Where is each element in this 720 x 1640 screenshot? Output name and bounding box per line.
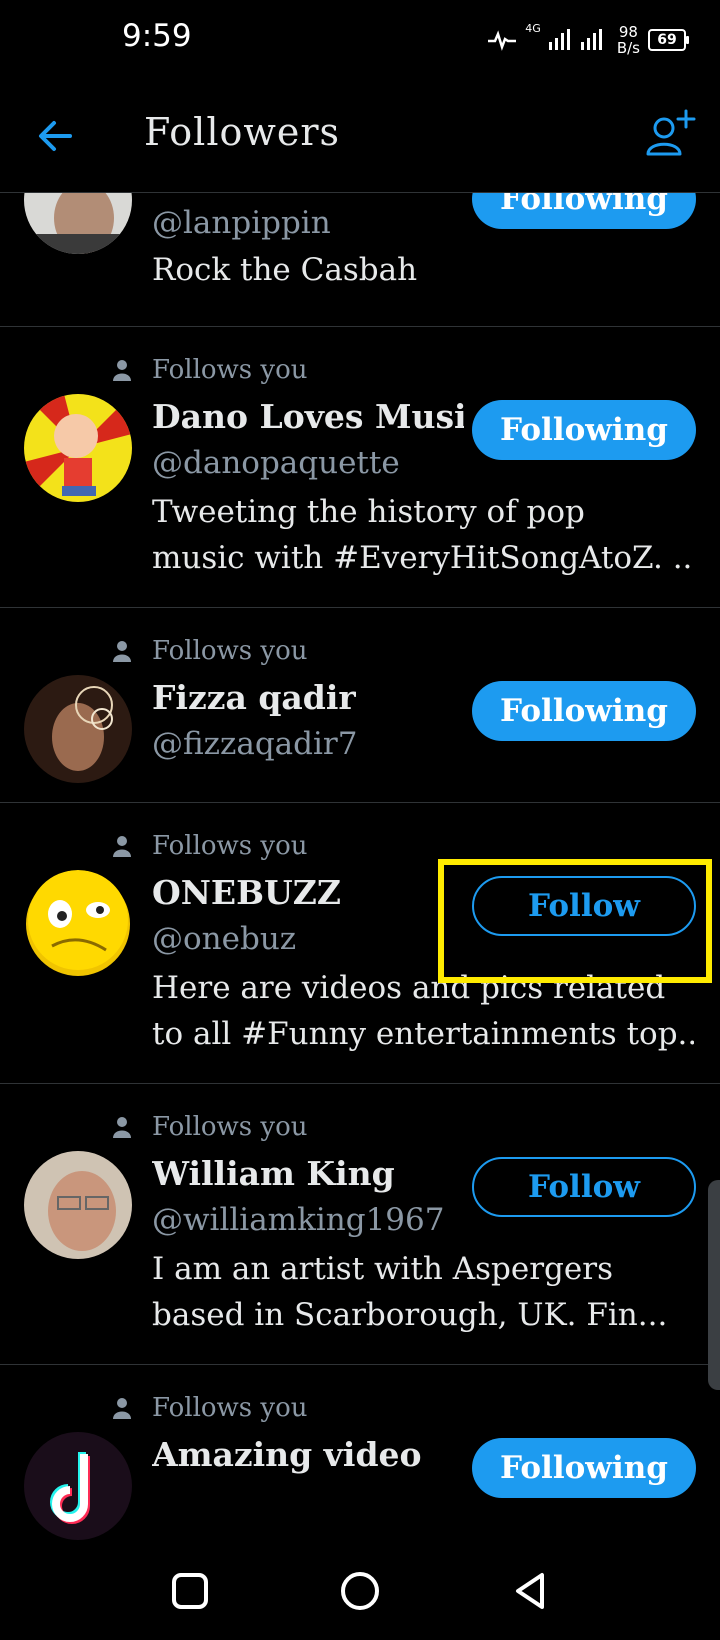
follower-name[interactable]: Amazing video (152, 1435, 422, 1474)
activity-icon (488, 30, 517, 51)
add-person-icon[interactable] (644, 108, 696, 160)
status-icons: 4G 98 B/s 69 (487, 22, 689, 58)
bio-line: Rock the Casbah (152, 252, 418, 288)
follower-name[interactable]: ONEBUZZ (152, 873, 341, 912)
follower-name[interactable]: Dano Loves Music... (152, 397, 464, 436)
follower-row[interactable]: @lanpippin Rock the Casbah Following (0, 193, 720, 327)
speed-unit: B/s (616, 39, 640, 57)
follows-you-label: Follows you (112, 1112, 308, 1142)
follower-row[interactable]: Follows you Amazing video Following (0, 1365, 720, 1543)
person-icon (113, 641, 131, 662)
avatar[interactable] (24, 193, 132, 254)
following-button[interactable]: Following (472, 193, 696, 229)
follower-row[interactable]: Follows you Dano Loves Music... @danopaq… (0, 327, 720, 608)
highlight-box (438, 859, 712, 983)
arrow-left-icon[interactable] (36, 116, 76, 156)
following-button[interactable]: Following (472, 681, 696, 741)
system-nav-bar (0, 1543, 720, 1640)
follower-handle: @danopaquette (152, 445, 400, 481)
avatar[interactable] (24, 1432, 132, 1540)
app-bar: Followers (0, 80, 720, 193)
button-label: Following (500, 1450, 668, 1486)
avatar[interactable] (24, 1151, 132, 1259)
network-speed: 98 B/s (617, 24, 640, 56)
button-label: Follow (528, 1169, 640, 1205)
recents-icon[interactable] (166, 1567, 214, 1615)
network-label: 4G (525, 22, 541, 35)
status-time: 9:59 (122, 18, 192, 54)
bio-line: Tweeting the history of pop (152, 494, 585, 530)
bio-line: to all #Funny entertainments top... (152, 1016, 694, 1052)
scrollbar[interactable] (708, 1180, 720, 1390)
bio-line: music with #EveryHitSongAtoZ. ... (152, 540, 694, 576)
status-bar: 9:59 4G 98 B/s 69 (0, 0, 720, 80)
follower-row[interactable]: Follows you Fizza qadir @fizzaqadir7 Fol… (0, 608, 720, 803)
avatar[interactable] (24, 394, 132, 502)
follower-row[interactable]: Follows you William King @williamking196… (0, 1084, 720, 1365)
follower-handle: @lanpippin (152, 205, 331, 241)
speed-value: 98 (618, 23, 638, 41)
button-label: Following (500, 693, 668, 729)
bio-line: I am an artist with Aspergers (152, 1251, 613, 1287)
follower-bio: I am an artist with Aspergers based in S… (152, 1246, 694, 1338)
avatar[interactable] (24, 870, 132, 978)
follower-bio: Tweeting the history of pop music with #… (152, 489, 694, 581)
follower-handle: @onebuz (152, 921, 297, 957)
follows-you-label: Follows you (112, 355, 308, 385)
signal-icon (548, 29, 602, 50)
button-label: Following (500, 412, 668, 448)
avatar[interactable] (24, 675, 132, 783)
battery-icon: 69 (648, 29, 689, 51)
following-button[interactable]: Following (472, 1438, 696, 1498)
follow-button[interactable]: Follow (472, 1157, 696, 1217)
back-nav-icon[interactable] (506, 1567, 554, 1615)
following-button[interactable]: Following (472, 400, 696, 460)
person-icon (113, 836, 131, 857)
button-label: Following (500, 193, 668, 217)
person-icon (113, 1398, 131, 1419)
person-icon (113, 1117, 131, 1138)
follower-bio: Rock the Casbah (152, 247, 694, 293)
follows-you-label: Follows you (112, 636, 308, 666)
bio-line: based in Scarborough, UK. Fin... (152, 1297, 668, 1333)
person-icon (113, 360, 131, 381)
follower-handle: @fizzaqadir7 (152, 726, 358, 762)
page-title: Followers (144, 110, 341, 154)
follows-you-label: Follows you (112, 1393, 308, 1423)
follower-handle: @williamking1967 (152, 1202, 445, 1238)
battery-level: 69 (657, 32, 677, 48)
follower-name[interactable]: Fizza qadir (152, 678, 356, 717)
home-icon[interactable] (336, 1567, 384, 1615)
follower-name[interactable]: William King (152, 1154, 395, 1193)
follows-you-label: Follows you (112, 831, 308, 861)
